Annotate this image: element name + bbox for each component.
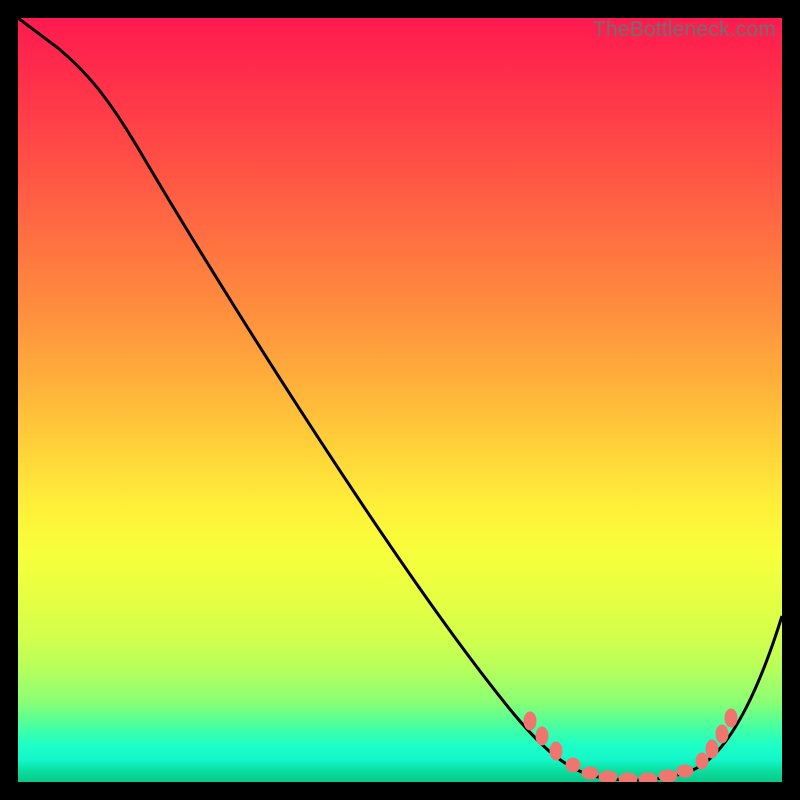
marker-dot bbox=[696, 753, 708, 769]
marker-dot bbox=[659, 770, 677, 782]
marker-dot bbox=[599, 771, 617, 782]
marker-dot bbox=[536, 727, 548, 745]
marker-dot bbox=[677, 765, 693, 777]
marker-dot bbox=[706, 740, 718, 758]
marker-dot bbox=[582, 767, 598, 779]
marker-dot bbox=[566, 758, 580, 772]
marker-dot bbox=[716, 725, 728, 743]
bottleneck-curve bbox=[18, 18, 782, 780]
chart-stage: TheBottleneck.com bbox=[0, 0, 800, 800]
marker-dot bbox=[524, 712, 536, 730]
marker-dot bbox=[725, 709, 737, 727]
plot-area: TheBottleneck.com bbox=[18, 18, 782, 782]
optimal-marker-group bbox=[524, 709, 737, 782]
chart-svg bbox=[18, 18, 782, 782]
marker-dot bbox=[550, 742, 562, 760]
watermark-text: TheBottleneck.com bbox=[593, 18, 776, 42]
marker-dot bbox=[619, 773, 637, 782]
marker-dot bbox=[639, 773, 657, 782]
